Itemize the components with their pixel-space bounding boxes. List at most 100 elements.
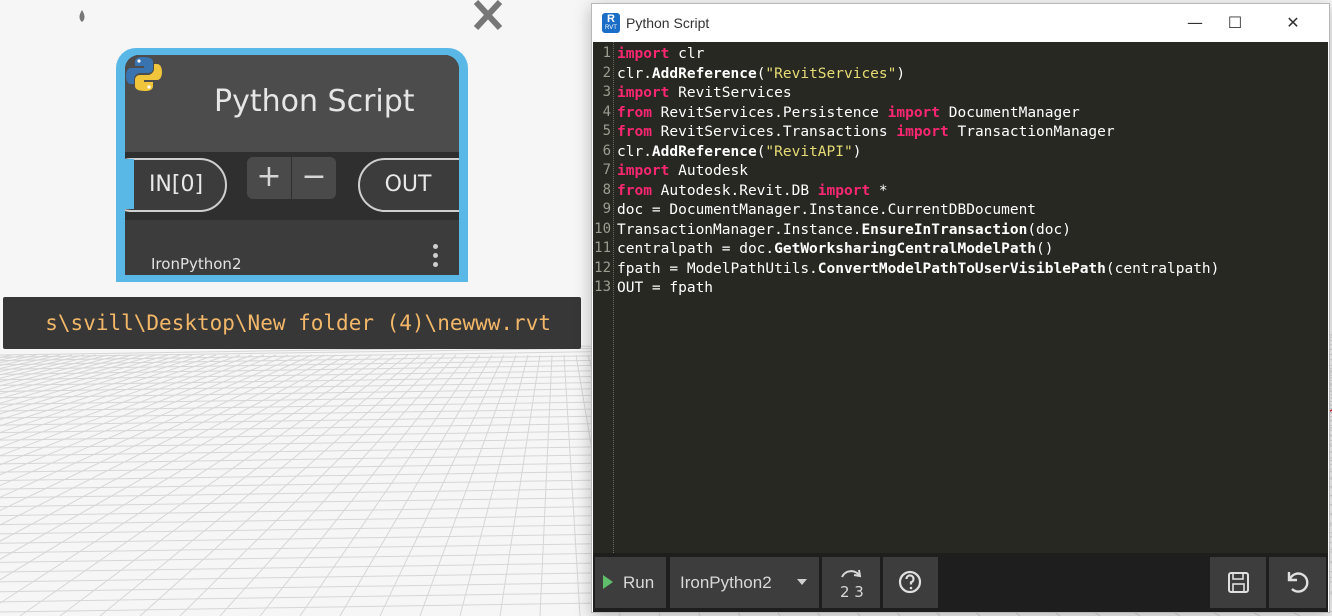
save-icon	[1228, 572, 1249, 593]
play-icon	[603, 575, 613, 589]
engine-dropdown[interactable]: IronPython2	[670, 557, 819, 608]
code-line[interactable]: import RevitServices	[617, 84, 792, 104]
code-token: Autodesk.Revit.DB	[651, 182, 818, 199]
window-title: Python Script	[626, 15, 710, 31]
code-token: "RevitAPI"	[765, 143, 853, 160]
code-token: )	[896, 65, 906, 82]
node-output-preview[interactable]: s\svill\Desktop\New folder (4)\newww.rvt	[3, 297, 581, 349]
title-bar[interactable]: R RVT Python Script — ☐ ✕	[592, 4, 1329, 42]
code-token: "RevitServices"	[765, 65, 897, 82]
code-token: (centralpath)	[1105, 260, 1220, 277]
line-number: 5	[602, 123, 611, 139]
app-badge-sub: RVT	[605, 25, 617, 31]
code-token: centralpath = doc.	[617, 241, 775, 257]
code-line[interactable]: from RevitServices.Persistence import Do…	[617, 104, 1080, 124]
code-line[interactable]: clr.AddReference("RevitServices")	[617, 65, 905, 85]
code-token: TransactionManager.Instance.	[617, 221, 862, 238]
code-line[interactable]: clr.AddReference("RevitAPI")	[617, 143, 861, 163]
revert-button[interactable]	[1269, 557, 1326, 608]
code-token: fpath = ModelPathUtils.	[617, 260, 818, 277]
code-line[interactable]: import Autodesk	[617, 162, 748, 182]
code-line[interactable]: TransactionManager.Instance.EnsureInTran…	[617, 221, 1071, 241]
line-number: 8	[602, 181, 611, 198]
code-line[interactable]: from RevitServices.Transactions import T…	[617, 123, 1115, 143]
code-token: import	[617, 85, 670, 101]
line-number: 3	[602, 84, 611, 100]
code-token: import	[617, 46, 670, 62]
preview-value: s\svill\Desktop\New folder (4)\newww.rvt	[45, 311, 551, 335]
code-token: DocumentManager	[940, 104, 1080, 121]
code-line[interactable]: import clr	[617, 45, 704, 65]
code-token: import	[887, 104, 941, 121]
code-token: clr	[669, 46, 705, 62]
input-port-in0[interactable]: IN[0]	[125, 158, 227, 212]
app-badge-letter: R	[607, 13, 615, 25]
code-token: OUT = fpath	[617, 280, 714, 296]
code-token: RevitServices.Transactions	[651, 124, 897, 140]
code-token: RevitServices.Persistence	[651, 104, 888, 121]
line-number: 7	[602, 162, 611, 178]
line-number: 1	[602, 45, 611, 61]
migrate-to-python3-button[interactable]: 2 3	[822, 557, 880, 608]
partial-top-icons	[79, 0, 503, 31]
code-token: ConvertModelPathToUserVisiblePath	[817, 260, 1106, 277]
line-number: 11	[594, 240, 611, 256]
line-number-gutter: 1 2 3 4 5 6 7 8 9 10 11 12 13	[593, 42, 614, 553]
code-token: EnsureInTransaction	[861, 221, 1028, 238]
code-line[interactable]: from Autodesk.Revit.DB import *	[617, 182, 888, 202]
python-script-node[interactable]: Python Script IN[0] + − OUT IronPython2	[116, 48, 468, 282]
input-port-marker	[125, 159, 134, 209]
migrate-digits: 2 3	[840, 583, 864, 601]
code-token: from	[617, 124, 652, 140]
code-line[interactable]: fpath = ModelPathUtils.ConvertModelPathT…	[617, 260, 1219, 280]
code-token: clr.	[617, 143, 652, 160]
code-line[interactable]: centralpath = doc.GetWorksharingCentralM…	[617, 240, 1054, 260]
code-token: AddReference	[651, 143, 757, 160]
migrate-2to3-icon: 2 3	[840, 569, 864, 601]
revert-icon	[1287, 572, 1309, 593]
python-script-editor-window[interactable]: R RVT Python Script — ☐ ✕ 1 2 3 4 5 6 7 8 9 10 11 1…	[591, 3, 1330, 613]
line-number: 13	[594, 279, 611, 295]
line-number: 9	[602, 201, 611, 217]
line-number: 4	[602, 103, 611, 120]
code-token: GetWorksharingCentralModelPath	[774, 241, 1037, 257]
code-editor[interactable]: 1 2 3 4 5 6 7 8 9 10 11 12 13 import clr clr.AddRefer…	[593, 42, 1328, 553]
code-line[interactable]: doc = DocumentManager.Instance.CurrentDB…	[617, 201, 1036, 221]
code-token: )	[852, 143, 862, 160]
code-token: import	[617, 163, 670, 179]
python-logo-icon	[126, 57, 162, 91]
node-header[interactable]: Python Script	[125, 55, 459, 152]
code-token: RevitServices	[669, 85, 792, 101]
code-token: from	[617, 104, 652, 121]
add-input-button[interactable]: +	[247, 157, 291, 199]
line-number: 10	[594, 220, 611, 237]
maximize-button[interactable]: ☐	[1212, 8, 1258, 38]
code-token: Autodesk	[669, 163, 748, 179]
code-line[interactable]: OUT = fpath	[617, 279, 713, 299]
save-button[interactable]	[1210, 557, 1266, 608]
code-token: AddReference	[651, 65, 757, 82]
code-token: doc = DocumentManager.Instance.CurrentDB…	[617, 202, 1037, 218]
code-token: (doc)	[1027, 221, 1071, 238]
help-button[interactable]	[883, 557, 938, 608]
line-number: 12	[594, 259, 611, 276]
run-label: Run	[623, 573, 655, 592]
code-token: TransactionManager	[948, 124, 1115, 140]
editor-toolbar: Run IronPython2 2 3	[593, 553, 1328, 612]
node-ports: IN[0] + − OUT	[125, 152, 459, 220]
engine-selected: IronPython2	[680, 573, 772, 592]
node-engine-label: IronPython2	[151, 255, 242, 273]
code-token: import	[896, 124, 949, 140]
help-icon	[898, 570, 922, 594]
chevron-down-icon	[797, 579, 807, 585]
node-menu-kebab-icon[interactable]	[431, 244, 441, 271]
line-number: 2	[602, 64, 611, 81]
remove-input-button[interactable]: −	[292, 157, 336, 199]
code-token: from	[617, 182, 652, 199]
node-title: Python Script	[214, 84, 415, 119]
code-token: ()	[1036, 241, 1054, 257]
output-port-out[interactable]: OUT	[358, 158, 459, 212]
code-token: *	[870, 182, 888, 199]
run-button[interactable]: Run	[595, 557, 666, 608]
close-button[interactable]: ✕	[1270, 8, 1316, 38]
